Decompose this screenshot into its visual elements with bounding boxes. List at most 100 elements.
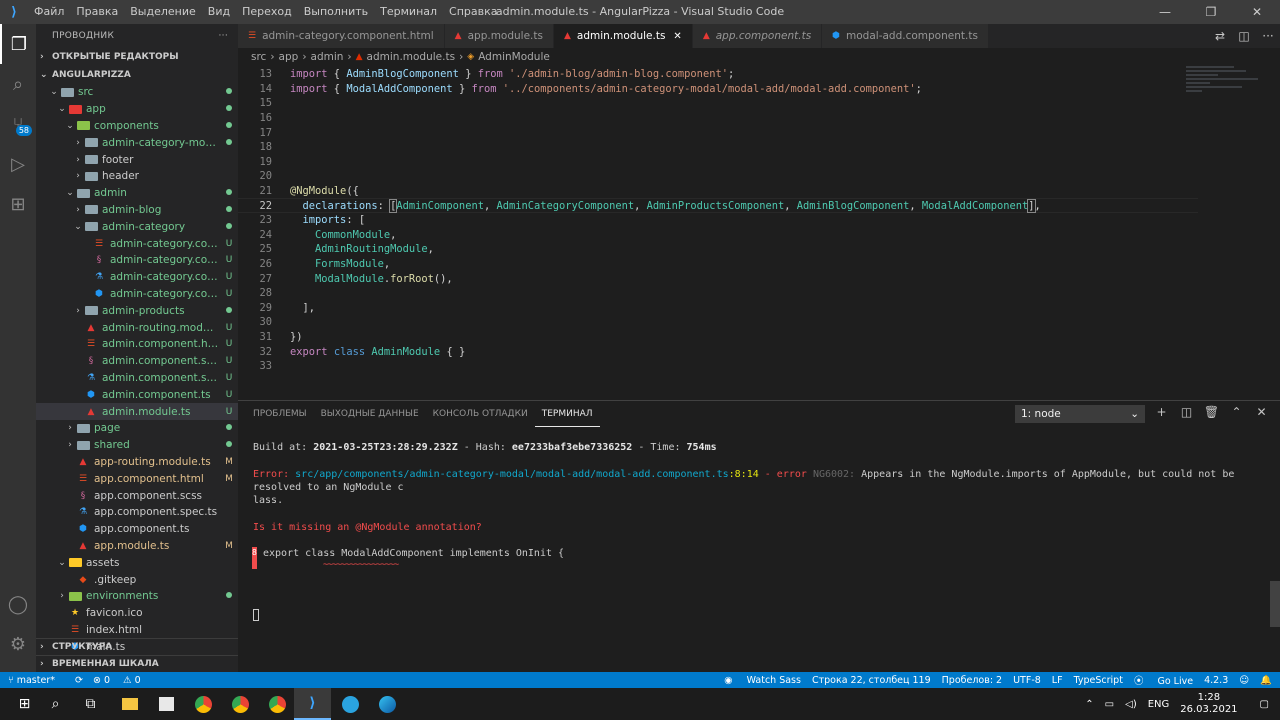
restore-icon[interactable]: ❐ xyxy=(1188,0,1234,24)
menu-edit[interactable]: Правка xyxy=(70,0,124,24)
close-tab-icon[interactable]: ✕ xyxy=(673,31,681,42)
run-debug-icon[interactable]: ▷ xyxy=(0,144,36,184)
vscode-taskbar-icon[interactable]: ⟩ xyxy=(294,688,331,720)
edge-icon[interactable] xyxy=(369,688,406,720)
split-editor-icon[interactable]: ◫ xyxy=(1232,29,1256,43)
tree-item[interactable]: ⌄ admin-category xyxy=(36,218,238,235)
tree-item[interactable]: ⚗ admin.component.spec.ts U xyxy=(36,370,238,387)
close-panel-icon[interactable]: ✕ xyxy=(1249,405,1274,419)
search-icon[interactable]: ⌕ xyxy=(37,688,74,720)
more-actions-icon[interactable]: ··· xyxy=(1256,29,1280,43)
tree-item[interactable]: ⬢ app.component.ts xyxy=(36,521,238,538)
panel-tab[interactable]: КОНСОЛЬ ОТЛАДКИ xyxy=(426,401,535,427)
editor-tab[interactable]: ▲ app.component.ts xyxy=(692,24,823,48)
source-control-icon[interactable]: ⑂ 58 xyxy=(0,104,36,144)
gear-icon[interactable]: ⚙ xyxy=(0,624,36,664)
tree-item[interactable]: ☰ index.html xyxy=(36,622,238,639)
open-editors-section[interactable]: › ОТКРЫТЫЕ РЕДАКТОРЫ xyxy=(36,48,238,66)
tree-item[interactable]: › admin-products xyxy=(36,302,238,319)
breadcrumb-admin[interactable]: admin xyxy=(311,51,344,63)
terminal-select[interactable]: 1: node ⌄ xyxy=(1015,405,1145,423)
terminal-scrollbar[interactable] xyxy=(1270,581,1280,627)
telegram-icon[interactable] xyxy=(332,688,369,720)
chevron-up-icon[interactable]: ⌃ xyxy=(1085,699,1093,710)
tree-item[interactable]: ⌄ assets xyxy=(36,554,238,571)
watch-sass-status[interactable]: ◉ Watch Sass xyxy=(724,675,801,686)
tree-item[interactable]: › admin-category-modal xyxy=(36,134,238,151)
tree-item[interactable]: ⬢ admin-category.compo... U xyxy=(36,286,238,303)
tree-item[interactable]: ◆ .gitkeep xyxy=(36,571,238,588)
problems-status[interactable]: ⊗ 0 ⚠ 0 xyxy=(93,675,151,686)
breadcrumb-src[interactable]: src xyxy=(251,51,266,63)
maximize-panel-icon[interactable]: ⌃ xyxy=(1224,405,1249,419)
tree-item[interactable]: ☰ admin.component.html U xyxy=(36,336,238,353)
tree-item[interactable]: › shared xyxy=(36,437,238,454)
tree-item[interactable]: ⌄ admin xyxy=(36,185,238,202)
network-icon[interactable]: ▭ xyxy=(1105,699,1114,710)
tree-item[interactable]: › footer xyxy=(36,151,238,168)
chrome-icon[interactable] xyxy=(185,688,222,720)
breadcrumb-app[interactable]: app xyxy=(279,51,299,63)
menu-go[interactable]: Переход xyxy=(236,0,298,24)
tree-item[interactable]: ▲ admin.module.ts U xyxy=(36,403,238,420)
tree-item[interactable]: ▲ app-routing.module.ts M xyxy=(36,454,238,471)
store-icon[interactable] xyxy=(148,688,185,720)
tree-item[interactable]: ★ favicon.ico xyxy=(36,605,238,622)
tree-item[interactable]: ⚗ app.component.spec.ts xyxy=(36,504,238,521)
language-status[interactable]: TypeScript xyxy=(1074,675,1123,686)
go-live-status[interactable]: ⦿ Go Live xyxy=(1134,673,1193,687)
file-explorer-icon[interactable] xyxy=(111,688,148,720)
search-icon[interactable]: ⌕ xyxy=(0,64,36,104)
extensions-icon[interactable]: ⊞ xyxy=(0,184,36,224)
outline-section[interactable]: › СТРУКТУРА xyxy=(36,638,238,655)
terminal-output[interactable]: Build at: 2021-03-25T23:28:29.232Z - Has… xyxy=(252,441,1263,625)
timeline-section[interactable]: › ВРЕМЕННАЯ ШКАЛА xyxy=(36,655,238,672)
chrome-icon[interactable] xyxy=(259,688,296,720)
tree-item[interactable]: § app.component.scss xyxy=(36,487,238,504)
split-terminal-icon[interactable]: ◫ xyxy=(1174,405,1199,419)
close-icon[interactable]: ✕ xyxy=(1234,0,1280,24)
tree-item[interactable]: ⬢ admin.component.ts U xyxy=(36,386,238,403)
editor-tab[interactable]: ☰ admin-category.component.html xyxy=(238,24,445,48)
menu-help[interactable]: Справка xyxy=(443,0,503,24)
tree-item[interactable]: ☰ admin-category.compo... U xyxy=(36,235,238,252)
tree-item[interactable]: ▲ admin-routing.module.ts U xyxy=(36,319,238,336)
trash-icon[interactable]: 🗑 xyxy=(1199,405,1224,419)
cursor-position-status[interactable]: Строка 22, столбец 119 xyxy=(812,675,931,686)
clock[interactable]: 1:28 26.03.2021 xyxy=(1180,692,1237,716)
tree-item[interactable]: › page xyxy=(36,420,238,437)
menu-run[interactable]: Выполнить xyxy=(298,0,374,24)
menu-file[interactable]: Файл xyxy=(28,0,70,24)
new-terminal-icon[interactable]: + xyxy=(1149,405,1174,419)
tree-item[interactable]: § admin-category.compo... U xyxy=(36,252,238,269)
branch-status[interactable]: ⑂ master* xyxy=(8,675,65,686)
tree-item[interactable]: ⚗ admin-category.compo... U xyxy=(36,269,238,286)
menu-view[interactable]: Вид xyxy=(202,0,236,24)
code-editor[interactable]: 13 import { AdminBlogComponent } from './… xyxy=(238,66,1280,400)
editor-tab[interactable]: ⬢ modal-add.component.ts xyxy=(822,24,989,48)
project-section[interactable]: ⌄ ANGULARPIZZA xyxy=(36,66,238,84)
tree-item[interactable]: ⌄ src xyxy=(36,84,238,101)
account-icon[interactable]: ◯ xyxy=(0,584,36,624)
volume-icon[interactable]: ◁) xyxy=(1125,699,1137,710)
chrome-icon[interactable] xyxy=(222,688,259,720)
editor-tab[interactable]: ▲ admin.module.ts ✕ xyxy=(553,24,693,48)
tree-item[interactable]: ⌄ components xyxy=(36,118,238,135)
feedback-icon[interactable]: ☺ xyxy=(1239,675,1249,686)
tree-item[interactable]: › header xyxy=(36,168,238,185)
tree-item[interactable]: ☰ app.component.html M xyxy=(36,470,238,487)
breadcrumb-file[interactable]: admin.module.ts xyxy=(367,51,456,63)
open-changes-icon[interactable]: ⇄ xyxy=(1208,29,1232,43)
breadcrumb-symbol[interactable]: AdminModule xyxy=(478,51,550,63)
sync-icon[interactable]: ⟳ xyxy=(75,675,83,686)
panel-tab[interactable]: ВЫХОДНЫЕ ДАННЫЕ xyxy=(314,401,426,427)
more-actions-icon[interactable]: ··· xyxy=(219,31,228,41)
task-view-icon[interactable]: ⧉ xyxy=(72,688,109,720)
menu-selection[interactable]: Выделение xyxy=(124,0,202,24)
eol-status[interactable]: LF xyxy=(1052,675,1063,686)
minimize-icon[interactable]: — xyxy=(1142,0,1188,24)
ts-version-status[interactable]: 4.2.3 xyxy=(1204,675,1228,686)
tree-item[interactable]: ▲ app.module.ts M xyxy=(36,538,238,555)
encoding-status[interactable]: UTF-8 xyxy=(1013,675,1041,686)
explorer-icon[interactable]: ❐ xyxy=(0,24,36,64)
